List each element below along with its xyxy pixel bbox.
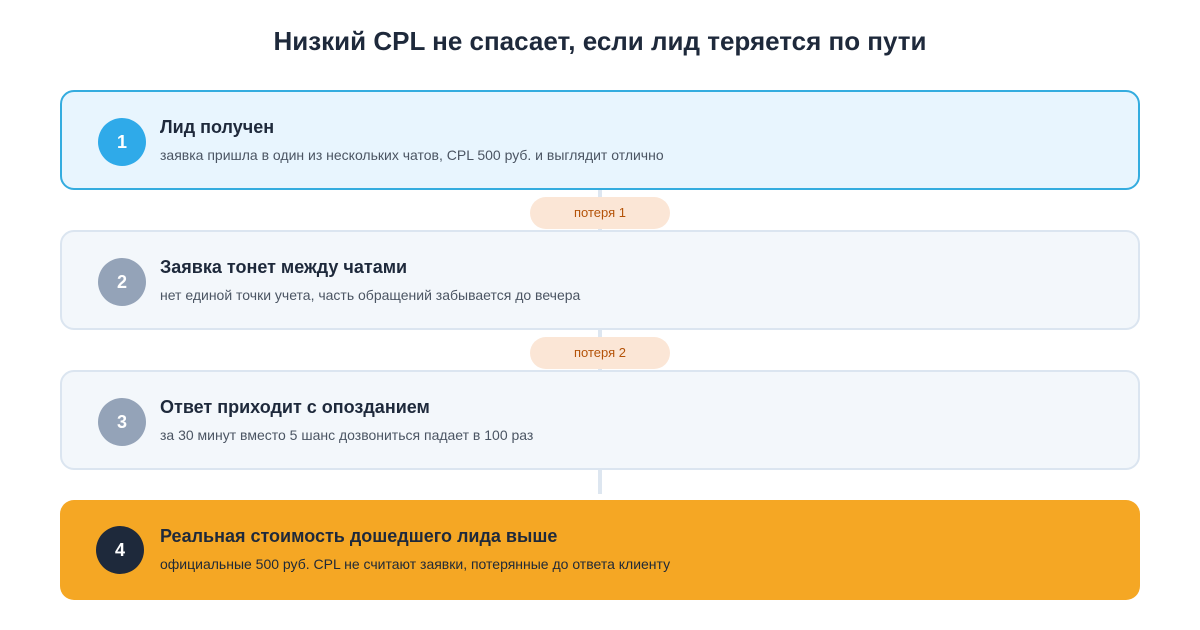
- step-card-2: 2 Заявка тонет между чатами нет единой т…: [60, 230, 1140, 330]
- step-title: Реальная стоимость дошедшего лида выше: [160, 526, 558, 546]
- step-card-1: 1 Лид получен заявка пришла в один из не…: [60, 90, 1140, 190]
- step-description: заявка пришла в один из нескольких чатов…: [160, 147, 664, 163]
- step-card-3: 3 Ответ приходит с опозданием за 30 мину…: [60, 370, 1140, 470]
- loss-badge-2: потеря 2: [530, 337, 670, 369]
- step-title: Лид получен: [160, 117, 275, 137]
- loss-badge-1: потеря 1: [530, 197, 670, 229]
- step-card-4-result: 4 Реальная стоимость дошедшего лида выше…: [60, 500, 1140, 600]
- step-number-badge: 3: [98, 398, 146, 446]
- step-description: нет единой точки учета, часть обращений …: [160, 287, 581, 303]
- step-number-badge: 1: [98, 118, 146, 166]
- diagram-title: Низкий CPL не спасает, если лид теряется…: [273, 26, 927, 56]
- connector-line: [598, 470, 602, 494]
- step-description: за 30 минут вместо 5 шанс дозвониться па…: [160, 427, 534, 443]
- step-number-badge: 2: [98, 258, 146, 306]
- step-title: Заявка тонет между чатами: [160, 257, 408, 277]
- step-title: Ответ приходит с опозданием: [160, 397, 430, 417]
- step-number-badge: 4: [96, 526, 144, 574]
- step-description: официальные 500 руб. CPL не считают заяв…: [160, 556, 671, 572]
